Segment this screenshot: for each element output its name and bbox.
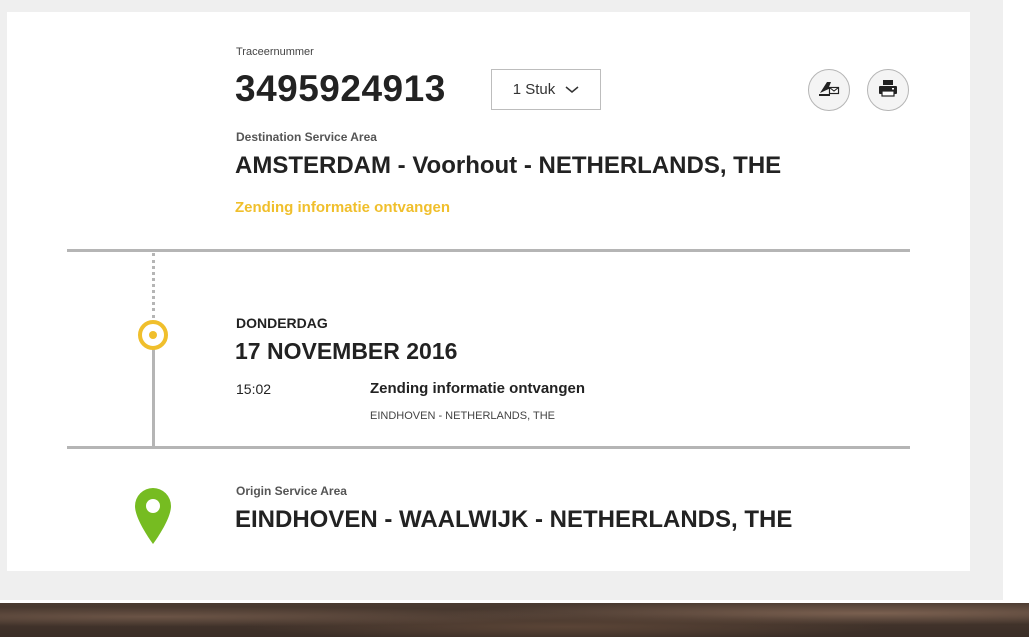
timeline-marker-dot xyxy=(149,331,157,339)
footer-background-image xyxy=(0,603,1029,637)
shipment-status: Zending informatie ontvangen xyxy=(235,199,451,216)
event-location: EINDHOVEN - NETHERLANDS, THE xyxy=(370,410,555,422)
event-title: Zending informatie ontvangen xyxy=(370,380,586,397)
chevron-down-icon xyxy=(565,81,579,98)
tracking-number: 3495924913 xyxy=(235,68,446,109)
pieces-select-value: 1 Stuk xyxy=(512,81,556,98)
origin-value: EINDHOVEN - WAALWIJK - NETHERLANDS, THE xyxy=(235,506,793,533)
timeline-marker xyxy=(138,320,168,350)
print-button[interactable] xyxy=(867,69,909,111)
notify-button[interactable] xyxy=(808,69,850,111)
printer-icon xyxy=(877,78,899,103)
notify-by-email-icon xyxy=(817,78,841,103)
tracking-number-label: Traceernummer xyxy=(236,46,314,58)
event-date: 17 NOVEMBER 2016 xyxy=(235,338,458,364)
origin-label: Origin Service Area xyxy=(236,484,347,498)
divider-top xyxy=(67,249,910,252)
location-pin-icon xyxy=(133,486,173,551)
event-day: DONDERDAG xyxy=(236,315,328,331)
destination-value: AMSTERDAM - Voorhout - NETHERLANDS, THE xyxy=(235,152,782,179)
timeline-line xyxy=(152,348,155,447)
divider-bottom xyxy=(67,446,910,449)
timeline-dotted-line xyxy=(152,253,155,318)
event-time: 15:02 xyxy=(236,381,272,397)
destination-label: Destination Service Area xyxy=(236,130,377,144)
pieces-select[interactable]: 1 Stuk xyxy=(491,69,601,110)
tracking-result-card: Traceernummer 3495924913 1 Stuk Destinat… xyxy=(7,12,970,571)
